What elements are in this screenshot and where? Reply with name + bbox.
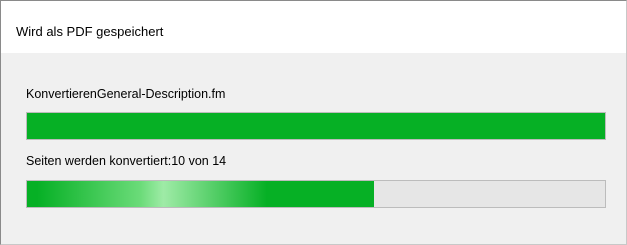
page-progress-bar bbox=[26, 180, 606, 208]
save-as-pdf-dialog: Wird als PDF gespeichert KonvertierenGen… bbox=[0, 0, 627, 245]
dialog-content: KonvertierenGeneral-Description.fm Seite… bbox=[1, 53, 626, 244]
progress-glow-animation bbox=[37, 181, 267, 207]
file-name-label: KonvertierenGeneral-Description.fm bbox=[26, 87, 226, 101]
dialog-titlebar[interactable]: Wird als PDF gespeichert bbox=[1, 1, 626, 53]
file-progress-fill bbox=[27, 113, 605, 139]
dialog-title: Wird als PDF gespeichert bbox=[16, 24, 164, 39]
page-progress-fill bbox=[27, 181, 374, 207]
file-progress-bar bbox=[26, 112, 606, 140]
page-progress-label: Seiten werden konvertiert:10 von 14 bbox=[26, 154, 227, 168]
